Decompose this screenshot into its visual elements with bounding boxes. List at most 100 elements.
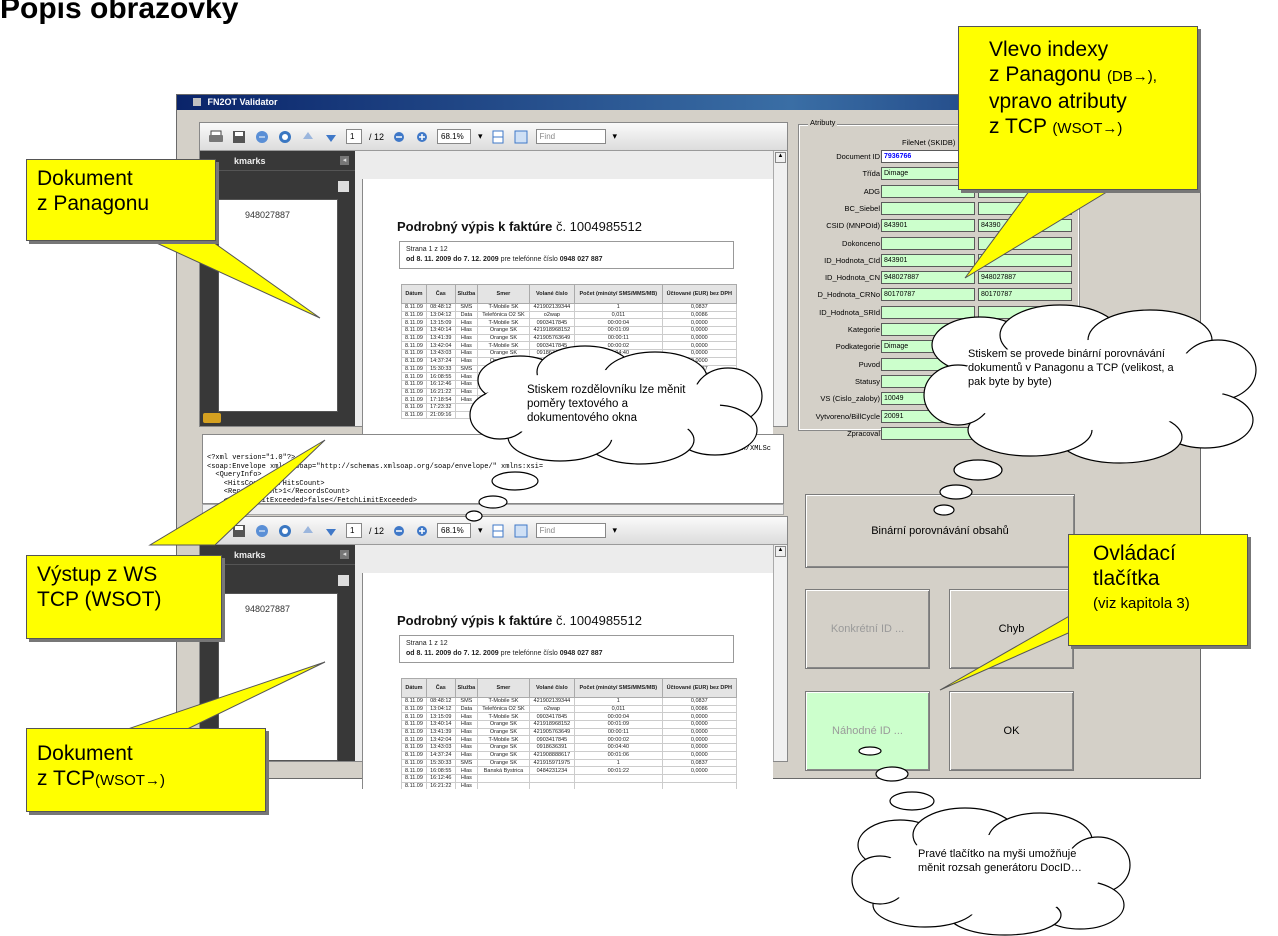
page-number-input[interactable]: 1 <box>346 129 362 144</box>
page-up-icon[interactable] <box>300 129 316 145</box>
hand-tool-icon[interactable] <box>277 129 293 145</box>
attribute-tcp-field[interactable]: 948027887 <box>978 271 1072 285</box>
column-header: Účtované (EUR) bez DPH <box>661 678 738 698</box>
attribute-tcp-field[interactable] <box>978 253 1072 267</box>
bookmark-options-icon[interactable] <box>338 575 349 586</box>
zoom-in-icon[interactable] <box>414 523 430 539</box>
vertical-scrollbar[interactable]: ▲ <box>773 545 787 761</box>
zoom-select[interactable]: 68.1% <box>437 523 472 538</box>
table-cell: T-Mobile SK <box>477 735 530 745</box>
bookmarks-toolbar-icon[interactable] <box>203 413 221 423</box>
share-icon[interactable] <box>254 523 270 539</box>
find-input[interactable]: Find <box>535 129 606 144</box>
find-input[interactable]: Find <box>535 523 606 538</box>
bookmarks-panel: kmarks ◂ 948027887 <box>200 151 355 426</box>
print-icon[interactable] <box>208 129 224 145</box>
attribute-filenet-field[interactable]: 948027887 <box>881 271 975 285</box>
save-icon[interactable] <box>231 523 247 539</box>
attribute-filenet-field[interactable]: 80170787 <box>881 288 975 302</box>
table-cell: 15:30:33 <box>425 758 456 768</box>
attribute-filenet-field[interactable]: 843901 <box>881 219 975 233</box>
callout-controls: Ovládací tlačítka (viz kapitola 3) <box>1068 534 1248 646</box>
errors-button[interactable]: Chyb <box>949 589 1074 669</box>
scroll-up-icon[interactable]: ▲ <box>775 546 786 557</box>
chevron-down-icon[interactable]: ▾ <box>478 525 483 536</box>
random-id-button[interactable]: Náhodné ID ... <box>805 691 930 771</box>
attribute-tcp-field[interactable] <box>978 323 1072 336</box>
splitter-scrollbar[interactable] <box>202 504 784 515</box>
zoom-out-icon[interactable] <box>391 523 407 539</box>
page-down-icon[interactable] <box>323 523 339 539</box>
zoom-select[interactable]: 68.1% <box>437 129 472 144</box>
attribute-filenet-field[interactable] <box>881 201 975 215</box>
table-cell: 0,0837 <box>661 303 738 312</box>
table-cell <box>528 773 576 783</box>
concrete-id-button[interactable]: Konkrétní ID ... <box>805 589 930 669</box>
table-cell: 0,0837 <box>661 364 738 374</box>
table-cell: Telefónica O2 SK <box>477 704 530 714</box>
table-cell <box>661 773 738 783</box>
attribute-label: Třída <box>862 169 880 179</box>
zoom-in-icon[interactable] <box>414 129 430 145</box>
attribute-filenet-field[interactable]: 20091 <box>881 409 975 423</box>
attribute-tcp-field[interactable]: 80170787 <box>978 288 1072 302</box>
table-cell: Hlas <box>454 720 479 729</box>
attribute-filenet-field[interactable] <box>881 236 975 250</box>
table-cell <box>477 781 530 789</box>
attribute-tcp-field[interactable] <box>978 236 1072 250</box>
scroll-up-icon[interactable]: ▲ <box>775 152 786 163</box>
bookmark-options-icon[interactable] <box>338 181 349 192</box>
attribute-tcp-field[interactable]: 84390 <box>978 219 1072 233</box>
attribute-filenet-field[interactable] <box>881 426 975 440</box>
ok-button[interactable]: OK <box>949 691 1074 771</box>
page-up-icon[interactable] <box>300 523 316 539</box>
table-cell: 421918968152 <box>528 326 576 335</box>
bookmark-item[interactable]: 948027887 <box>245 604 290 614</box>
table-cell: 0,0000 <box>661 326 738 335</box>
table-cell: 13:15:09 <box>425 318 456 328</box>
fit-width-icon[interactable] <box>513 129 529 145</box>
collapse-icon[interactable]: ◂ <box>340 550 349 559</box>
attribute-filenet-field[interactable]: 10049 <box>881 392 975 406</box>
fit-page-icon[interactable] <box>490 523 506 539</box>
zoom-out-icon[interactable] <box>391 129 407 145</box>
attribute-tcp-field[interactable] <box>978 409 1072 423</box>
calls-table: Dátum Čas Služba Smer Volané číslo Počet (min… <box>401 678 738 789</box>
print-icon[interactable] <box>208 523 224 539</box>
chevron-down-icon[interactable]: ▾ <box>613 525 618 536</box>
page-total: / 12 <box>369 525 385 536</box>
attribute-filenet-field[interactable] <box>881 305 975 319</box>
table-cell <box>528 781 576 789</box>
chevron-down-icon[interactable]: ▾ <box>613 131 618 142</box>
wsot-xml-output[interactable]: <?xml version="1.0"?> <soap:Envelope xmln… <box>202 434 784 504</box>
bookmark-item[interactable]: 948027887 <box>245 210 290 220</box>
attribute-tcp-field[interactable] <box>978 201 1072 215</box>
attribute-tcp-field[interactable] <box>978 426 1072 440</box>
page-number-input[interactable]: 1 <box>346 523 362 538</box>
table-cell: 421918968152 <box>528 720 576 729</box>
table-cell: 0,0000 <box>661 743 738 752</box>
share-icon[interactable] <box>254 129 270 145</box>
attribute-filenet-field[interactable]: 843901 <box>881 253 975 267</box>
hand-tool-icon[interactable] <box>277 523 293 539</box>
attribute-filenet-field[interactable] <box>881 357 975 371</box>
vertical-scrollbar[interactable]: ▲ <box>773 151 787 426</box>
attribute-tcp-field[interactable] <box>978 305 1072 319</box>
attribute-tcp-field[interactable] <box>978 392 1072 406</box>
table-cell: Orange SK <box>477 349 530 358</box>
callout-doc-tcp: Dokument z TCP(WSOT→) <box>26 728 266 812</box>
collapse-icon[interactable]: ◂ <box>340 156 349 165</box>
chevron-down-icon[interactable]: ▾ <box>478 131 483 142</box>
attribute-filenet-field[interactable] <box>881 323 975 336</box>
table-row: 8.11.09 16:12:46 Hlas <box>401 773 738 783</box>
save-icon[interactable] <box>231 129 247 145</box>
fit-page-icon[interactable] <box>490 129 506 145</box>
binary-compare-button[interactable]: Binární porovnávání obsahů <box>805 494 1075 568</box>
attribute-filenet-field[interactable] <box>881 374 975 388</box>
attribute-label: Statusy <box>854 376 880 386</box>
table-cell: 0903417845 <box>528 735 576 745</box>
attribute-filenet-field[interactable]: Dimage <box>881 340 975 354</box>
fit-width-icon[interactable] <box>513 523 529 539</box>
table-cell: 8.11.09 <box>401 356 427 366</box>
page-down-icon[interactable] <box>323 129 339 145</box>
